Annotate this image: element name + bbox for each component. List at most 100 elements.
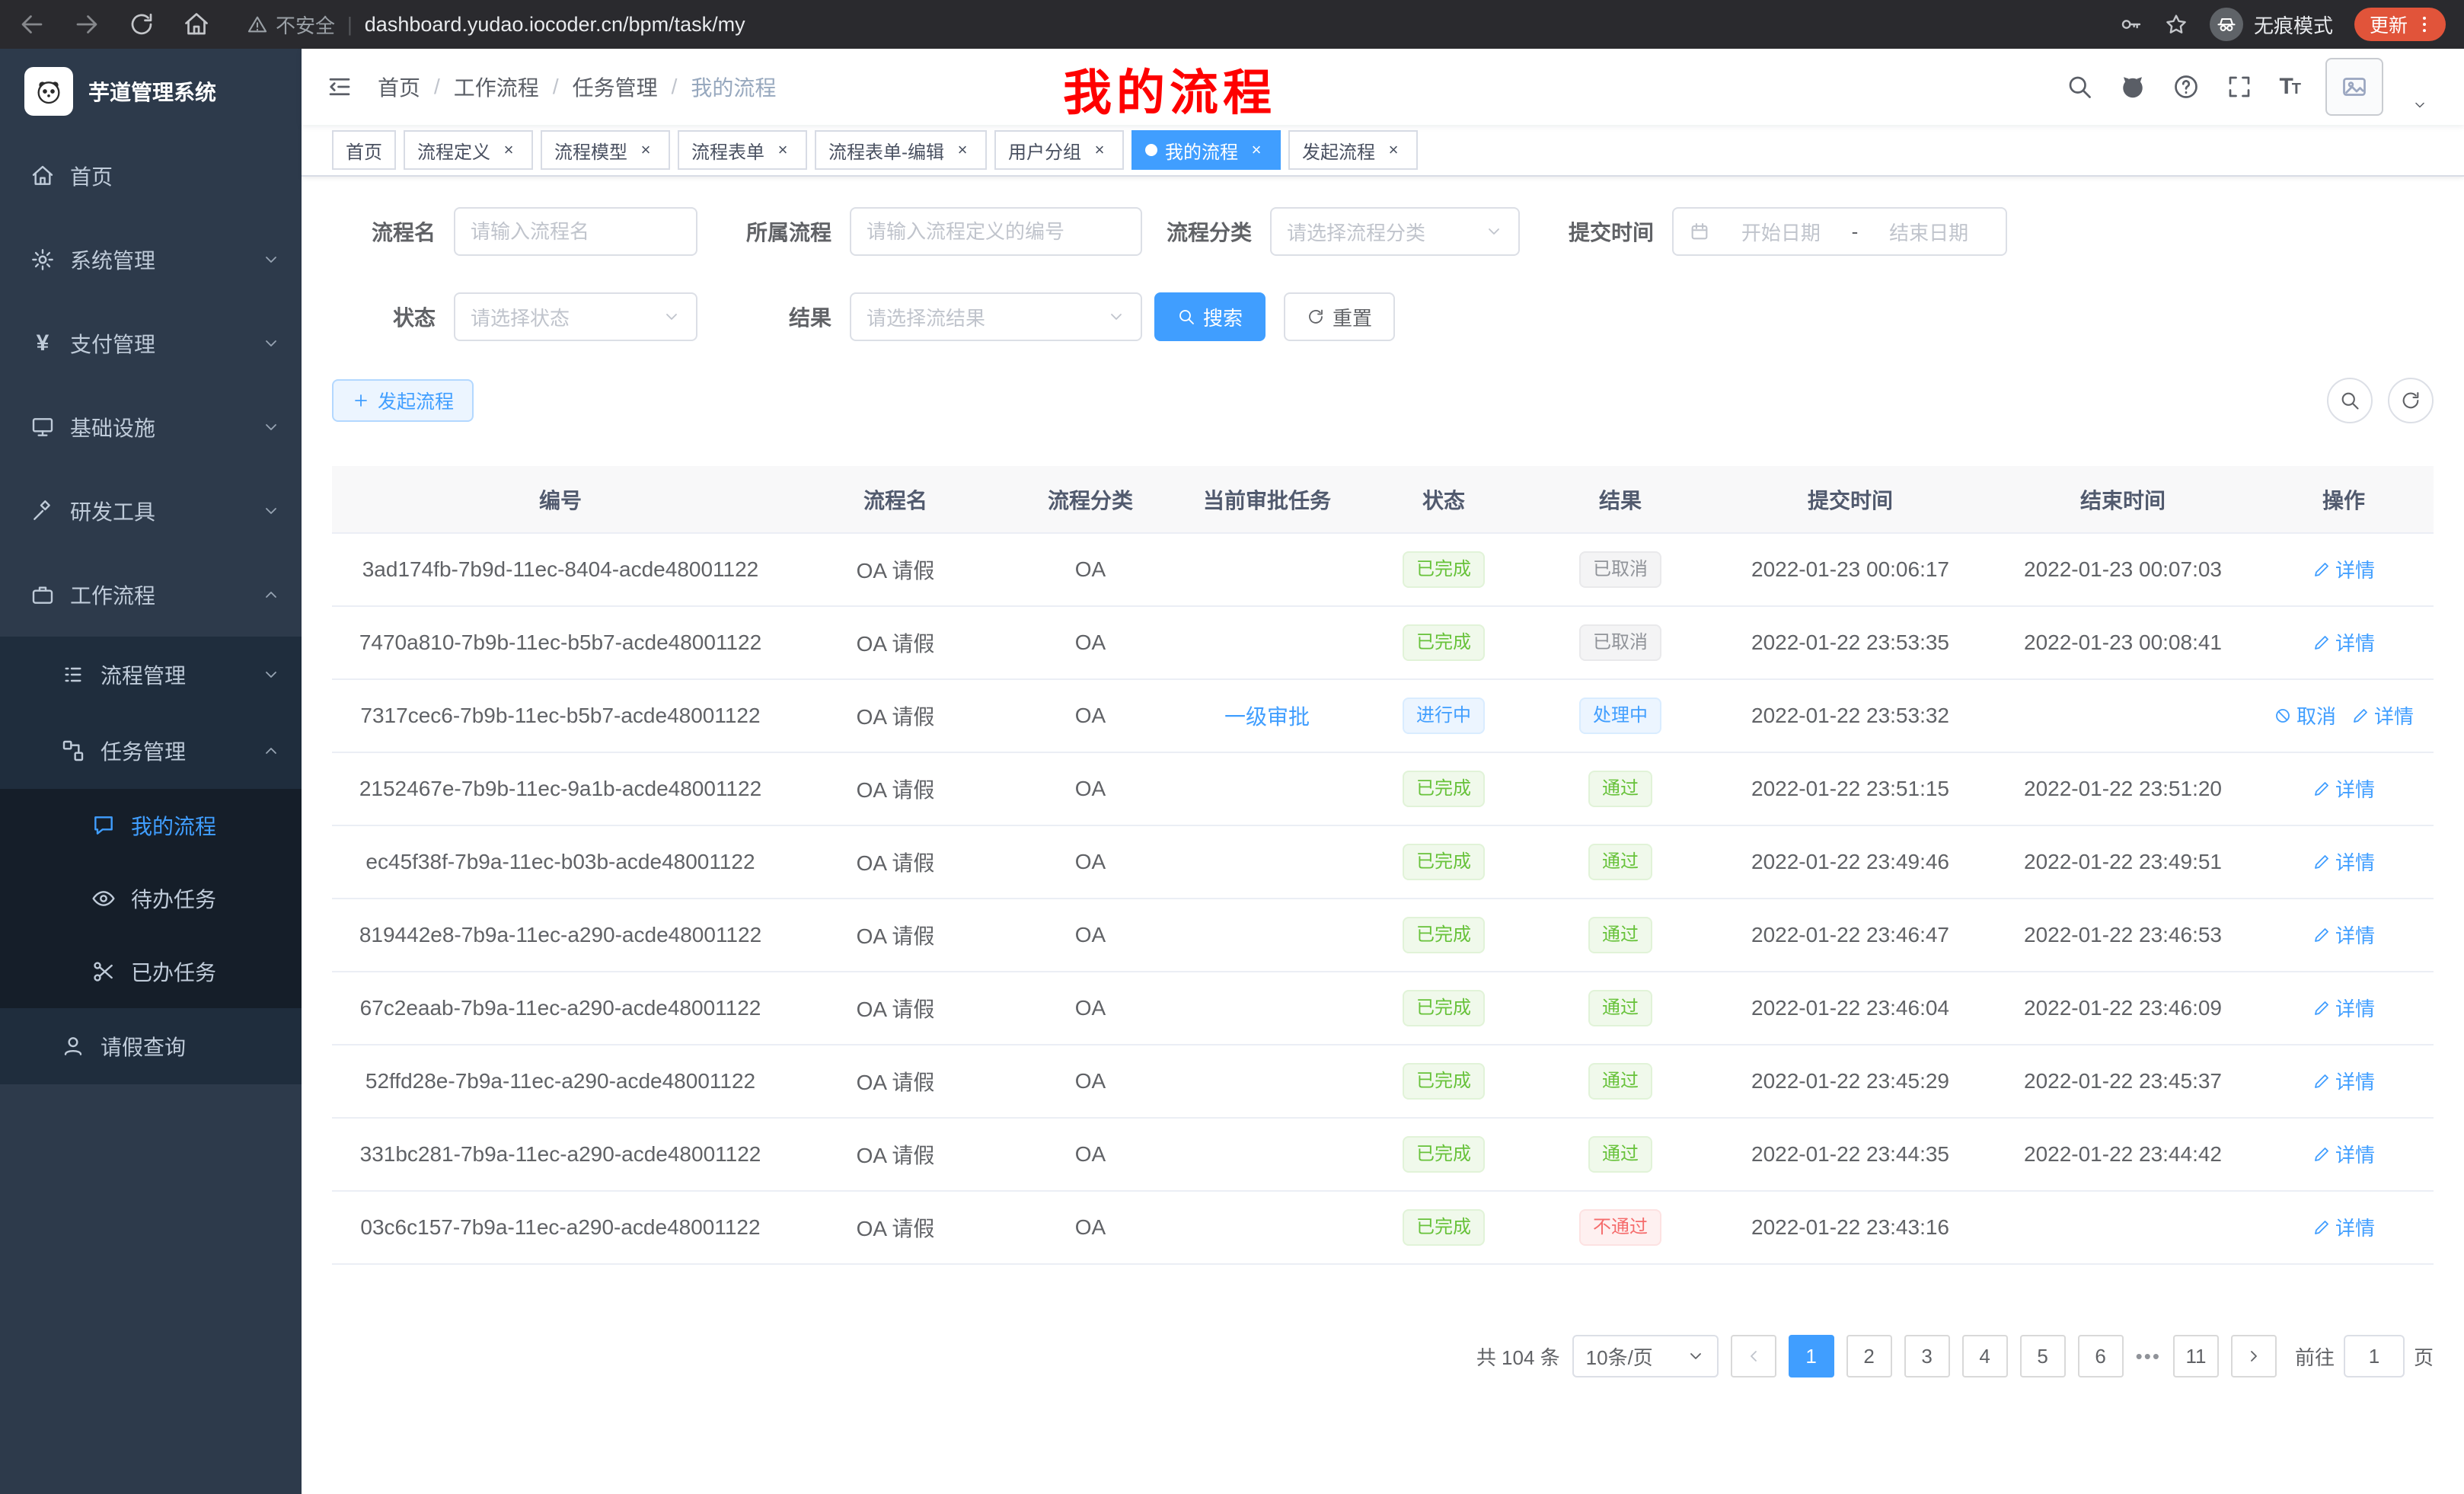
close-icon[interactable]: ×	[772, 140, 793, 160]
goto-page: 前往 页	[2295, 1335, 2434, 1377]
edit-icon	[2312, 999, 2331, 1017]
page-button-3[interactable]: 3	[1904, 1335, 1950, 1377]
detail-link[interactable]: 详情	[2351, 701, 2414, 729]
sidebar-item-my-process[interactable]: 我的流程	[0, 789, 302, 862]
sidebar-item-leave-query[interactable]: 请假查询	[0, 1008, 302, 1084]
sidebar-item-todo-tasks[interactable]: 待办任务	[0, 862, 302, 935]
cancel-link[interactable]: 取消	[2274, 701, 2336, 729]
col-category: 流程分类	[1002, 466, 1179, 533]
detail-link[interactable]: 详情	[2312, 1140, 2375, 1168]
sidebar-fold-icon[interactable]	[326, 73, 353, 101]
detail-link[interactable]: 详情	[2312, 1067, 2375, 1095]
incognito-badge: 无痕模式	[2210, 8, 2333, 41]
bookmark-star-icon[interactable]	[2164, 12, 2188, 37]
detail-link[interactable]: 详情	[2312, 921, 2375, 949]
table-row: 7317cec6-7b9b-11ec-b5b7-acde48001122 OA …	[332, 679, 2434, 752]
tab-start-process[interactable]: 发起流程×	[1288, 130, 1418, 170]
col-id: 编号	[332, 466, 789, 533]
process-def-input[interactable]	[867, 220, 1125, 244]
breadcrumb-workflow[interactable]: 工作流程	[454, 72, 539, 102]
detail-link[interactable]: 详情	[2312, 774, 2375, 803]
toggle-search-button[interactable]	[2327, 378, 2373, 423]
create-process-button[interactable]: 发起流程	[332, 379, 474, 422]
detail-link[interactable]: 详情	[2312, 628, 2375, 656]
detail-link[interactable]: 详情	[2312, 848, 2375, 876]
cell-status: 已完成	[1355, 533, 1532, 606]
address-bar[interactable]: 不安全 | dashboard.yudao.iocoder.cn/bpm/tas…	[247, 11, 745, 39]
result-select[interactable]: 请选择流结果	[850, 292, 1142, 341]
submit-time-range-picker[interactable]: 开始日期 - 结束日期	[1672, 207, 2007, 256]
detail-link[interactable]: 详情	[2312, 1213, 2375, 1241]
close-icon[interactable]: ×	[635, 140, 656, 160]
filter-row-1: 流程名 所属流程 流程分类 请选择流程分类 提交时间 开始日期 -	[332, 207, 2434, 256]
close-icon[interactable]: ×	[1246, 140, 1267, 160]
sidebar-item-infra[interactable]: 基础设施	[0, 385, 302, 469]
tab-process-model[interactable]: 流程模型×	[541, 130, 670, 170]
tab-process-definition[interactable]: 流程定义×	[404, 130, 533, 170]
detail-link[interactable]: 详情	[2312, 994, 2375, 1022]
home-icon[interactable]	[183, 11, 210, 38]
close-icon[interactable]: ×	[952, 140, 973, 160]
key-icon[interactable]	[2118, 12, 2143, 37]
detail-link[interactable]: 详情	[2312, 555, 2375, 583]
search-icon[interactable]	[2066, 73, 2093, 101]
reload-icon[interactable]	[128, 11, 155, 38]
sidebar-item-task-mgmt[interactable]: 任务管理	[0, 713, 302, 789]
sidebar-item-done-tasks[interactable]: 已办任务	[0, 935, 302, 1008]
breadcrumb-task-mgmt[interactable]: 任务管理	[573, 72, 658, 102]
page-button-6[interactable]: 6	[2078, 1335, 2124, 1377]
browser-update-button[interactable]: 更新	[2354, 8, 2446, 41]
avatar[interactable]	[2325, 58, 2383, 116]
tab-home[interactable]: 首页	[332, 130, 396, 170]
close-icon[interactable]: ×	[1383, 140, 1404, 160]
page-button-5[interactable]: 5	[2020, 1335, 2066, 1377]
page-button-11[interactable]: 11	[2173, 1335, 2219, 1377]
page-size-select[interactable]: 10条/页	[1572, 1335, 1719, 1377]
red-annotation: 我的流程	[1063, 61, 1276, 125]
goto-page-input[interactable]	[2344, 1335, 2405, 1377]
help-icon[interactable]	[2172, 73, 2200, 101]
eye-icon	[91, 886, 116, 911]
prev-page-button[interactable]	[1731, 1335, 1776, 1377]
plus-icon	[352, 391, 370, 410]
refresh-table-button[interactable]	[2388, 378, 2434, 423]
next-page-button[interactable]	[2231, 1335, 2277, 1377]
browser-menu-icon[interactable]	[2414, 14, 2435, 35]
sidebar-item-payment[interactable]: ¥ 支付管理	[0, 302, 302, 385]
page-button-2[interactable]: 2	[1846, 1335, 1892, 1377]
font-size-icon[interactable]: TT	[2279, 74, 2300, 100]
tab-my-process[interactable]: 我的流程×	[1131, 130, 1281, 170]
cell-id: 67c2eaab-7b9a-11ec-a290-acde48001122	[332, 972, 789, 1045]
tab-process-form-edit[interactable]: 流程表单-编辑×	[815, 130, 987, 170]
back-icon[interactable]	[18, 11, 46, 38]
fullscreen-icon[interactable]	[2226, 73, 2253, 101]
github-icon[interactable]	[2119, 73, 2146, 101]
category-select[interactable]: 请选择流程分类	[1270, 207, 1520, 256]
close-icon[interactable]: ×	[1089, 140, 1110, 160]
cell-category: OA	[1002, 1118, 1179, 1191]
sidebar-item-system[interactable]: 系统管理	[0, 218, 302, 302]
sidebar-item-devtools[interactable]: 研发工具	[0, 469, 302, 553]
page-button-4[interactable]: 4	[1962, 1335, 2008, 1377]
cell-status: 已完成	[1355, 1045, 1532, 1118]
cell-submit-time: 2022-01-23 00:06:17	[1709, 533, 1992, 606]
cell-name: OA 请假	[789, 1045, 1002, 1118]
cell-status: 已完成	[1355, 1191, 1532, 1264]
more-pages-button[interactable]: •••	[2136, 1345, 2161, 1368]
task-link[interactable]: 一级审批	[1224, 701, 1310, 731]
avatar-caret-icon[interactable]	[2412, 97, 2427, 113]
sidebar-item-workflow[interactable]: 工作流程	[0, 553, 302, 637]
process-name-input-wrap	[454, 207, 697, 256]
reset-button[interactable]: 重置	[1284, 292, 1395, 341]
forward-icon[interactable]	[73, 11, 101, 38]
process-name-input[interactable]	[471, 220, 681, 244]
tab-process-form[interactable]: 流程表单×	[678, 130, 807, 170]
status-select[interactable]: 请选择状态	[454, 292, 697, 341]
close-icon[interactable]: ×	[498, 140, 519, 160]
breadcrumb-home[interactable]: 首页	[378, 72, 420, 102]
sidebar-item-home[interactable]: 首页	[0, 134, 302, 218]
tab-user-group[interactable]: 用户分组×	[994, 130, 1124, 170]
page-button-1[interactable]: 1	[1789, 1335, 1834, 1377]
sidebar-item-process-mgmt[interactable]: 流程管理	[0, 637, 302, 713]
search-button[interactable]: 搜索	[1154, 292, 1266, 341]
